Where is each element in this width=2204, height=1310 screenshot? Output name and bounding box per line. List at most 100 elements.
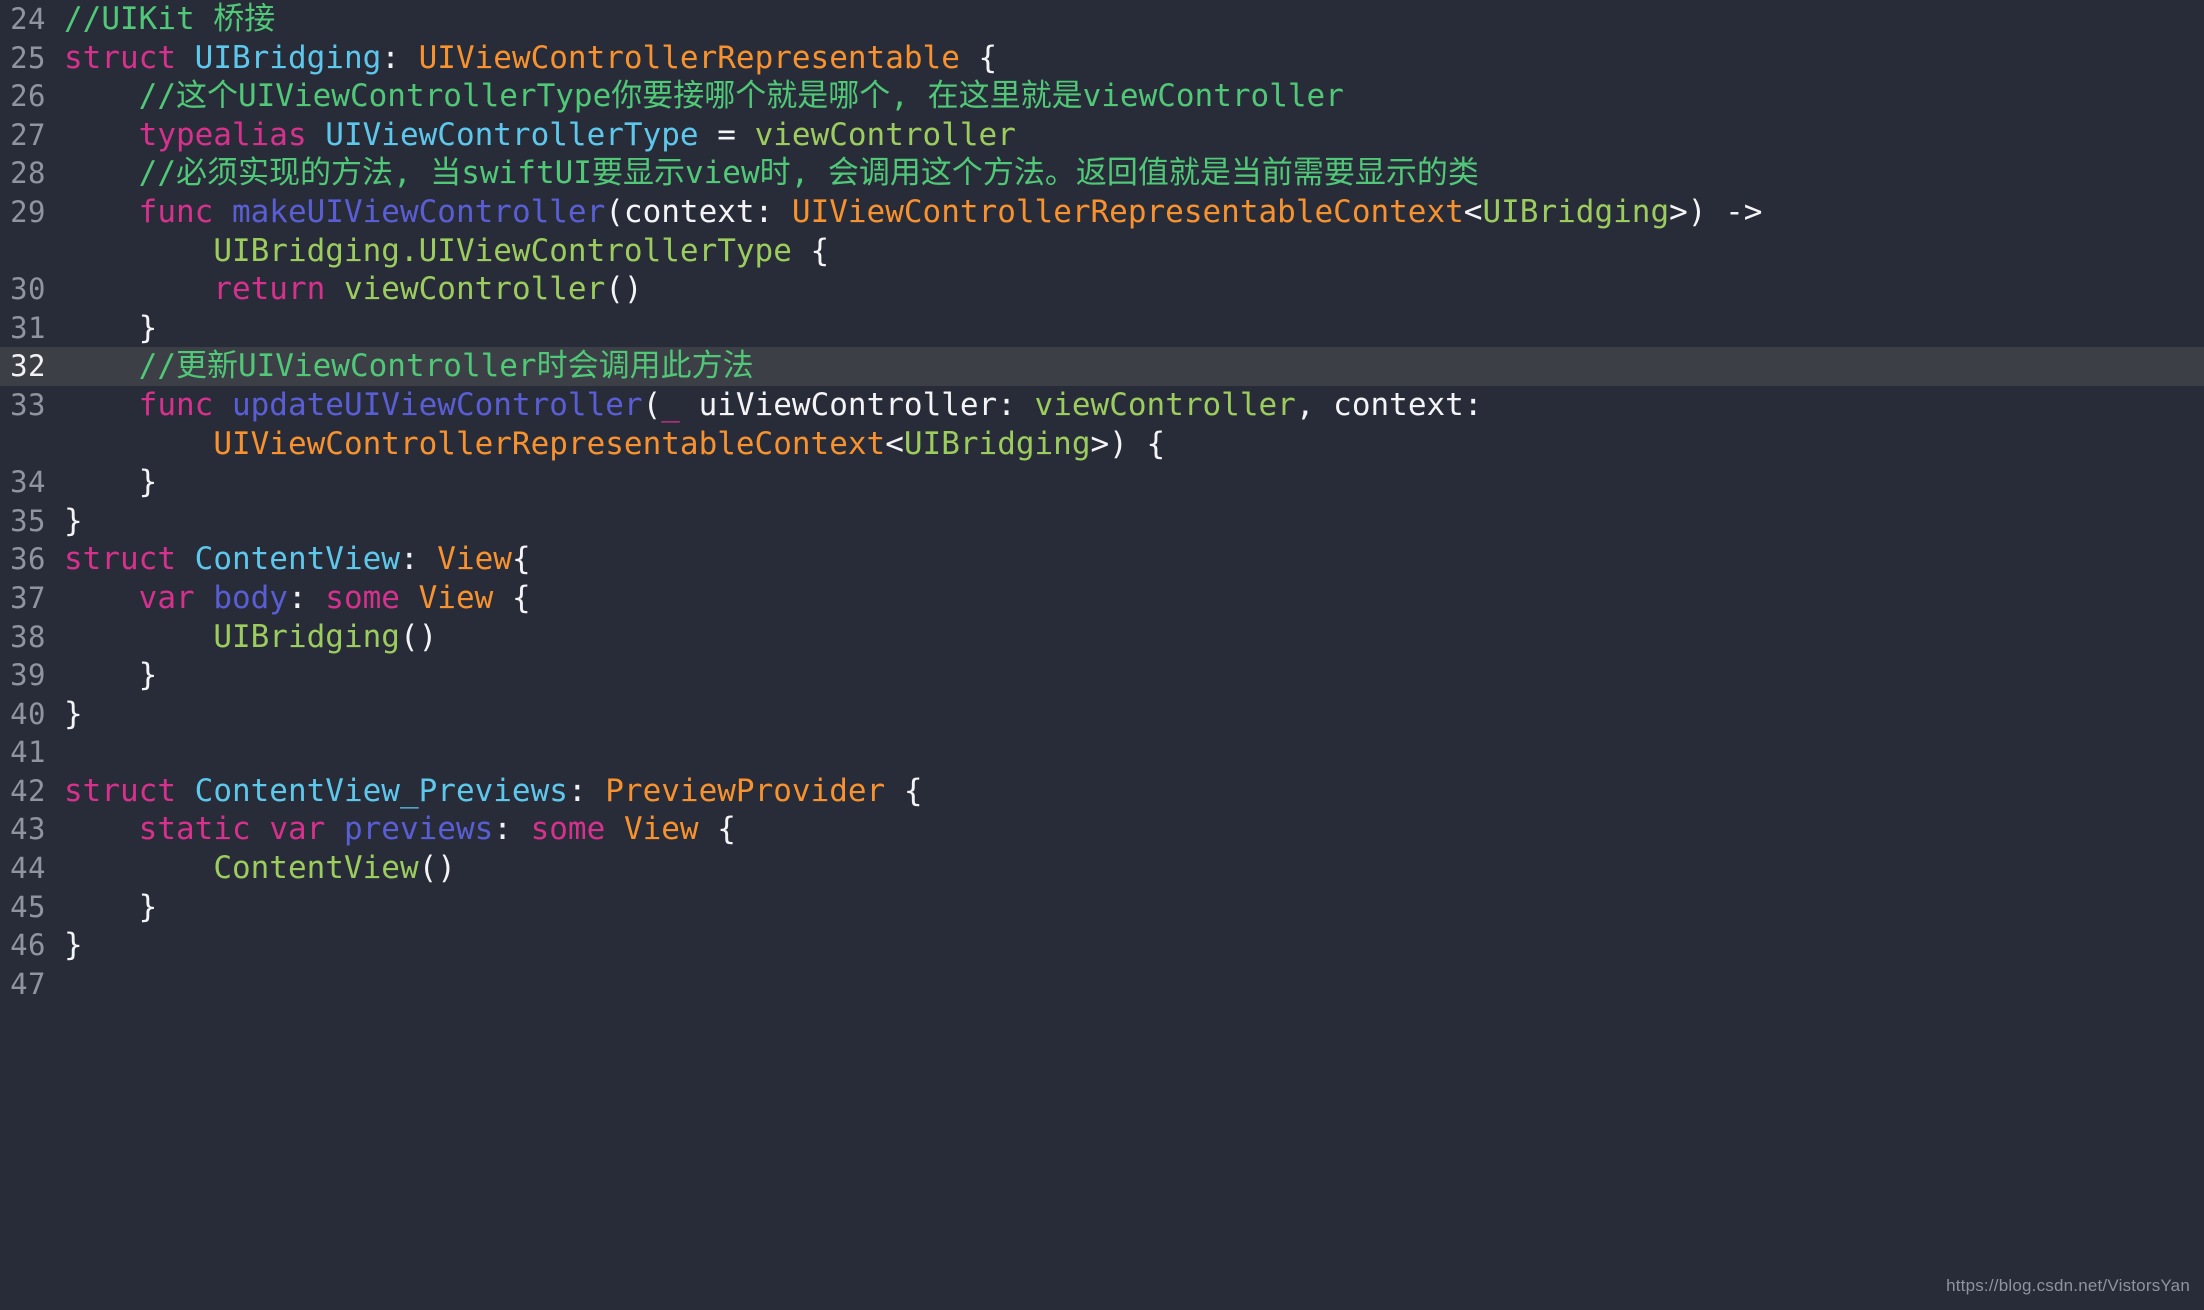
code-line-content[interactable]: ContentView() xyxy=(46,849,2204,888)
code-line-content[interactable]: } xyxy=(46,309,2204,348)
code-token-pln: () xyxy=(605,271,643,308)
code-line-content[interactable]: typealias UIViewControllerType = viewCon… xyxy=(46,116,2204,155)
code-token-pln: >) -> xyxy=(1669,193,1763,230)
code-line[interactable]: 47 xyxy=(0,965,2204,1004)
code-line[interactable]: 31 } xyxy=(0,309,2204,348)
line-number: 41 xyxy=(10,735,46,770)
code-token-pln xyxy=(64,619,213,655)
code-line-content[interactable]: var body: some View { xyxy=(46,579,2204,618)
code-token-pln: { xyxy=(959,39,998,76)
line-number: 34 xyxy=(10,465,46,500)
code-token-pln: (context: xyxy=(605,193,792,230)
code-token-type: ContentView xyxy=(194,541,400,578)
watermark-text: https://blog.csdn.net/VistorsYan xyxy=(1946,1276,2190,1295)
code-line-content[interactable]: return viewController() xyxy=(46,270,2204,309)
code-token-pln: : xyxy=(567,772,606,809)
code-line[interactable]: 45 } xyxy=(0,888,2204,927)
line-number: 38 xyxy=(10,619,46,654)
code-line-content[interactable]: } xyxy=(46,502,2204,541)
code-line[interactable]: 25 struct UIBridging: UIViewControllerRep… xyxy=(0,39,2204,78)
code-line[interactable]: 39 } xyxy=(0,656,2204,695)
code-line[interactable]: 43 static var previews: some View { xyxy=(0,810,2204,849)
code-line[interactable]: 26 //这个UIViewControllerType你要接哪个就是哪个, 在这… xyxy=(0,77,2204,116)
code-line[interactable]: 36 struct ContentView: View{ xyxy=(0,540,2204,579)
code-line-content[interactable]: } xyxy=(46,695,2204,734)
code-line[interactable]: 33 func updateUIViewController(_ uiViewC… xyxy=(0,386,2204,425)
code-token-pln: : xyxy=(381,39,419,76)
code-line[interactable]: 28 //必须实现的方法, 当swiftUI要显示view时, 会调用这个方法。… xyxy=(0,154,2204,193)
code-line[interactable]: 34 } xyxy=(0,463,2204,502)
code-token-idf: UIBridging xyxy=(1482,193,1670,230)
code-line-content[interactable]: UIViewControllerRepresentableContext<UIB… xyxy=(46,425,2204,464)
code-line-content[interactable]: struct ContentView_Previews: PreviewProv… xyxy=(46,772,2204,811)
code-token-fn: body xyxy=(213,579,288,616)
code-line-content[interactable]: struct UIBridging: UIViewControllerRepre… xyxy=(46,39,2204,78)
code-line-content[interactable]: //必须实现的方法, 当swiftUI要显示view时, 会调用这个方法。返回值… xyxy=(46,154,2204,193)
code-line[interactable]: 29 func makeUIViewController(context: UI… xyxy=(0,193,2204,232)
line-number: 47 xyxy=(10,966,46,1001)
code-line-content[interactable]: UIBridging.UIViewControllerType { xyxy=(46,232,2204,271)
code-token-fn: previews xyxy=(343,811,494,848)
code-line[interactable]: UIViewControllerRepresentableContext<UIB… xyxy=(0,425,2204,464)
code-lines-container[interactable]: 24//UIKit 桥接 25 struct UIBridging: UIViewC… xyxy=(0,0,2204,1003)
code-line[interactable]: UIBridging.UIViewControllerType { xyxy=(0,232,2204,271)
code-line-content[interactable]: } xyxy=(46,656,2204,695)
code-token-prot: View xyxy=(418,579,494,616)
code-line-content[interactable]: func updateUIViewController(_ uiViewCont… xyxy=(46,386,2204,425)
code-token-pln xyxy=(64,580,139,616)
code-line-content[interactable]: static var previews: some View { xyxy=(46,810,2204,849)
line-number: 27 xyxy=(10,117,46,152)
code-line-content[interactable]: //这个UIViewControllerType你要接哪个就是哪个, 在这里就是… xyxy=(46,77,2204,116)
line-number: 35 xyxy=(10,503,46,538)
line-number: 42 xyxy=(10,773,46,808)
code-token-cmt: //更新UIViewController时会调用此方法 xyxy=(64,348,754,385)
code-line-content[interactable]: func makeUIViewController(context: UIVie… xyxy=(46,193,2204,232)
code-line[interactable]: 37 var body: some View { xyxy=(0,579,2204,618)
code-line-content[interactable]: } xyxy=(46,926,2204,965)
code-line[interactable]: 35} xyxy=(0,502,2204,541)
code-line-content[interactable]: //UIKit 桥接 xyxy=(46,0,2204,39)
code-token-pln: } xyxy=(64,502,83,539)
code-token-pln: } xyxy=(64,927,83,964)
code-line[interactable]: 30 return viewController() xyxy=(0,270,2204,309)
code-token-cmt: //必须实现的方法, 当swiftUI要显示view时, 会调用这个方法。返回值… xyxy=(64,155,1479,192)
code-line[interactable]: 27 typealias UIViewControllerType = view… xyxy=(0,116,2204,155)
code-line[interactable]: 24 //UIKit 桥接 xyxy=(0,0,2204,39)
code-token-pln xyxy=(64,271,213,307)
code-line-content[interactable]: //更新UIViewController时会调用此方法 xyxy=(46,347,2204,386)
code-token-kw: _ xyxy=(661,386,680,423)
code-line-content[interactable]: UIBridging() xyxy=(46,618,2204,657)
line-number: 33 xyxy=(10,387,46,422)
code-line[interactable]: 41 xyxy=(0,733,2204,772)
code-token-prot: UIViewControllerRepresentableContext xyxy=(213,425,886,462)
code-editor[interactable]: 24//UIKit 桥接 25 struct UIBridging: UIViewC… xyxy=(0,0,2204,1310)
code-token-pln: { xyxy=(791,232,830,269)
line-number: 25 xyxy=(10,40,46,75)
line-number: 32 xyxy=(10,349,46,384)
code-line-content[interactable]: } xyxy=(46,463,2204,502)
code-token-prot: UIViewControllerRepresentable xyxy=(418,39,960,76)
code-line[interactable]: 38 UIBridging() xyxy=(0,618,2204,657)
code-line[interactable]: 40} xyxy=(0,695,2204,734)
code-token-pln: { xyxy=(511,541,531,578)
line-number: 39 xyxy=(10,658,46,693)
line-number: 46 xyxy=(10,928,46,963)
code-line[interactable]: 44 ContentView() xyxy=(0,849,2204,888)
code-line-content[interactable]: struct ContentView: View{ xyxy=(46,540,2204,579)
line-number: 45 xyxy=(10,889,46,924)
code-line[interactable]: 32 //更新UIViewController时会调用此方法 xyxy=(0,347,2204,386)
code-line[interactable]: 46} xyxy=(0,926,2204,965)
code-token-idf: viewController xyxy=(754,116,1016,153)
code-token-fn: makeUIViewController xyxy=(231,193,606,230)
line-number: 30 xyxy=(10,272,46,307)
code-token-kw: typealias xyxy=(138,116,326,153)
code-line[interactable]: 42 struct ContentView_Previews: PreviewPr… xyxy=(0,772,2204,811)
code-token-pln: : xyxy=(493,811,531,848)
code-token-pln: { xyxy=(493,579,531,616)
code-token-cmt: //UIKit 桥接 xyxy=(64,1,276,37)
code-token-prot: View xyxy=(623,811,699,848)
code-token-kw: struct xyxy=(64,772,195,809)
line-number: 31 xyxy=(10,310,46,345)
code-line-content[interactable]: } xyxy=(46,888,2204,927)
code-token-pln: { xyxy=(885,772,923,809)
